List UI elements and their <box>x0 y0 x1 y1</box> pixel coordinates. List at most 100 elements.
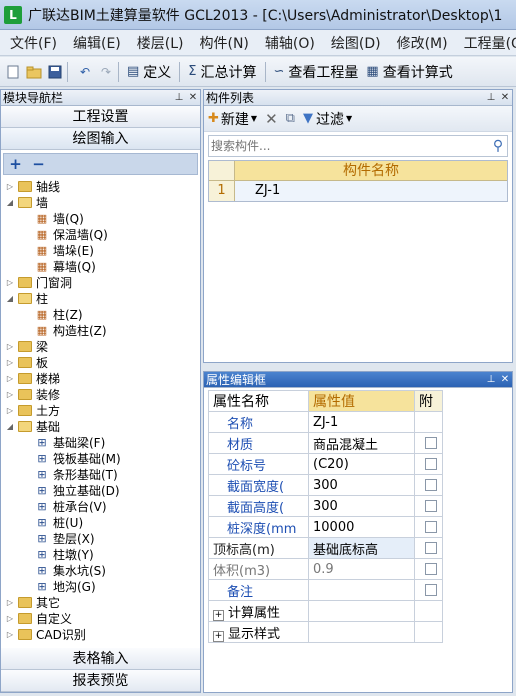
close-icon[interactable]: ✕ <box>498 92 512 103</box>
open-folder-icon[interactable] <box>26 64 42 80</box>
drawing-input-button[interactable]: 绘图输入 <box>1 128 200 150</box>
tree-folder-item[interactable]: ◢ 柱 <box>5 290 200 306</box>
menu-draw[interactable]: 绘图(D) <box>321 33 387 53</box>
property-value-cell[interactable]: 商品混凝土 <box>308 432 415 454</box>
tree-leaf-item[interactable]: ⊞ 地沟(G) <box>5 578 200 594</box>
table-row[interactable]: 1 ZJ-1 <box>209 181 507 201</box>
expand-arrow-icon[interactable]: ▷ <box>5 630 15 639</box>
attach-checkbox[interactable] <box>424 584 437 596</box>
property-value-cell[interactable]: (C20) <box>308 453 415 475</box>
tree-leaf-item[interactable]: ▦ 墙垛(E) <box>5 242 200 258</box>
tree-folder-item[interactable]: ▷ 门窗洞 <box>5 274 200 290</box>
component-search-input[interactable] <box>211 139 489 153</box>
tree-folder-item[interactable]: ▷ 装修 <box>5 386 200 402</box>
attach-checkbox[interactable] <box>424 500 437 512</box>
property-row[interactable]: 顶标高(m) 基础底标高 <box>208 537 443 559</box>
component-name-cell[interactable]: ZJ-1 <box>235 181 507 201</box>
property-group-row[interactable]: + 计算属性 <box>208 600 443 622</box>
collapse-arrow-icon[interactable]: ◢ <box>5 198 15 207</box>
tree-leaf-item[interactable]: ▦ 墙(Q) <box>5 210 200 226</box>
table-input-button[interactable]: 表格输入 <box>1 648 200 670</box>
property-value-cell[interactable]: 0.9 <box>308 558 415 580</box>
tree-leaf-item[interactable]: ⊞ 独立基础(D) <box>5 482 200 498</box>
delete-component-button[interactable]: ✕ <box>265 110 278 128</box>
tree-folder-item[interactable]: ◢ 墙 <box>5 194 200 210</box>
tree-leaf-item[interactable]: ⊞ 条形基础(T) <box>5 466 200 482</box>
expand-arrow-icon[interactable]: ▷ <box>5 374 15 383</box>
tree-leaf-item[interactable]: ⊞ 垫层(X) <box>5 530 200 546</box>
expand-arrow-icon[interactable]: ▷ <box>5 278 15 287</box>
view-quantity-button[interactable]: ∽ 查看工程量 <box>270 62 363 82</box>
project-settings-button[interactable]: 工程设置 <box>1 106 200 128</box>
menu-modify[interactable]: 修改(M) <box>387 33 454 53</box>
expand-arrow-icon[interactable]: ▷ <box>5 390 15 399</box>
property-value-cell[interactable] <box>308 579 415 601</box>
new-component-button[interactable]: ✚ 新建 ▼ <box>208 109 257 129</box>
property-value-cell[interactable]: 基础底标高 <box>308 537 415 559</box>
tree-folder-item[interactable]: ▷ 土方 <box>5 402 200 418</box>
expand-arrow-icon[interactable]: ▷ <box>5 342 15 351</box>
property-value-cell[interactable]: 10000 <box>308 516 415 538</box>
tree-folder-item[interactable]: ▷ 轴线 <box>5 178 200 194</box>
expand-plus-icon[interactable]: + <box>213 609 224 621</box>
property-row[interactable]: 备注 <box>208 579 443 601</box>
menu-file[interactable]: 文件(F) <box>0 33 63 53</box>
expand-arrow-icon[interactable]: ▷ <box>5 598 15 607</box>
tree-leaf-item[interactable]: ⊞ 桩(U) <box>5 514 200 530</box>
tree-leaf-item[interactable]: ⊞ 柱墩(Y) <box>5 546 200 562</box>
search-icon[interactable]: ⚲ <box>489 137 507 155</box>
tree-leaf-item[interactable]: ⊞ 集水坑(S) <box>5 562 200 578</box>
property-group-cell[interactable]: + 计算属性 <box>208 600 309 622</box>
pin-icon[interactable]: ⊥ <box>484 92 498 103</box>
tree-folder-item[interactable]: ▷ 梁 <box>5 338 200 354</box>
menu-floor[interactable]: 楼层(L) <box>127 33 190 53</box>
define-button[interactable]: ▤ 定义 <box>123 62 175 82</box>
pin-icon[interactable]: ⊥ <box>172 92 186 103</box>
property-row[interactable]: 体积(m3) 0.9 <box>208 558 443 580</box>
tree-folder-item[interactable]: ▷ 其它 <box>5 594 200 610</box>
close-icon[interactable]: ✕ <box>186 92 200 103</box>
tree-leaf-item[interactable]: ⊞ 筏板基础(M) <box>5 450 200 466</box>
collapse-arrow-icon[interactable]: ◢ <box>5 422 15 431</box>
property-value-cell[interactable]: 300 <box>308 474 415 496</box>
tree-leaf-item[interactable]: ▦ 幕墙(Q) <box>5 258 200 274</box>
property-row[interactable]: 截面高度(300 <box>208 495 443 517</box>
menu-component[interactable]: 构件(N) <box>190 33 255 53</box>
property-group-cell[interactable]: + 显示样式 <box>208 621 309 643</box>
undo-icon[interactable]: ↶ <box>77 64 93 80</box>
menu-aux-axis[interactable]: 辅轴(O) <box>255 33 321 53</box>
property-row[interactable]: 材质 商品混凝土 <box>208 432 443 454</box>
property-row[interactable]: 砼标号 (C20) <box>208 453 443 475</box>
tree-leaf-item[interactable]: ⊞ 桩承台(V) <box>5 498 200 514</box>
filter-button[interactable]: ▼ 过滤 ▼ <box>303 109 352 129</box>
close-icon[interactable]: ✕ <box>498 374 512 385</box>
tree-folder-item[interactable]: ▷ 自定义 <box>5 610 200 626</box>
view-formula-button[interactable]: ▦ 查看计算式 <box>362 62 456 82</box>
tree-leaf-item[interactable]: ▦ 柱(Z) <box>5 306 200 322</box>
expand-plus-icon[interactable]: + <box>213 630 224 642</box>
attach-checkbox[interactable] <box>424 458 437 470</box>
property-value-cell[interactable]: ZJ-1 <box>308 411 415 433</box>
redo-icon[interactable]: ↷ <box>98 64 114 80</box>
tree-folder-item[interactable]: ◢ 基础 <box>5 418 200 434</box>
expand-all-icon[interactable]: + <box>8 156 23 172</box>
property-row[interactable]: 桩深度(mm 10000 <box>208 516 443 538</box>
attach-checkbox[interactable] <box>424 479 437 491</box>
attach-checkbox[interactable] <box>424 563 437 575</box>
property-group-row[interactable]: + 显示样式 <box>208 621 443 643</box>
tree-leaf-item[interactable]: ⊞ 基础梁(F) <box>5 434 200 450</box>
expand-arrow-icon[interactable]: ▷ <box>5 358 15 367</box>
sum-calc-button[interactable]: Σ 汇总计算 <box>184 62 260 82</box>
tree-leaf-item[interactable]: ▦ 构造柱(Z) <box>5 322 200 338</box>
tree-folder-item[interactable]: ▷ CAD识别 <box>5 626 200 642</box>
expand-arrow-icon[interactable]: ▷ <box>5 182 15 191</box>
save-icon[interactable] <box>47 64 63 80</box>
attach-checkbox[interactable] <box>424 521 437 533</box>
property-row[interactable]: 截面宽度(300 <box>208 474 443 496</box>
attach-checkbox[interactable] <box>424 437 437 449</box>
new-file-icon[interactable] <box>5 64 21 80</box>
property-row[interactable]: 名称 ZJ-1 <box>208 411 443 433</box>
collapse-arrow-icon[interactable]: ◢ <box>5 294 15 303</box>
menu-quantity[interactable]: 工程量(Q) <box>454 33 516 53</box>
tree-folder-item[interactable]: ▷ 楼梯 <box>5 370 200 386</box>
